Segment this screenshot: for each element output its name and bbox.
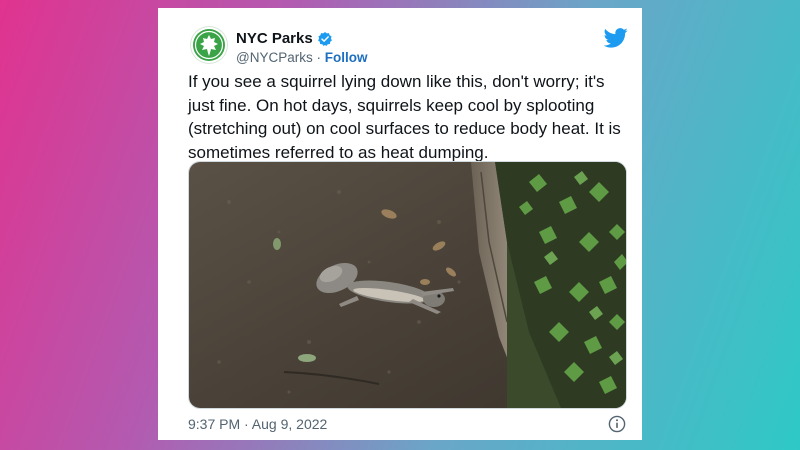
tweet-header: NYC Parks @NYCParks · Follow — [186, 18, 642, 68]
tweet-card: NYC Parks @NYCParks · Follow If you see … — [158, 8, 642, 440]
squirrel-photo — [189, 162, 626, 408]
tweet-photo[interactable] — [188, 161, 627, 409]
tweet-footer: 9:37 PM · Aug 9, 2022 — [188, 414, 626, 434]
verified-badge-icon — [317, 31, 332, 46]
timestamp[interactable]: 9:37 PM · Aug 9, 2022 — [188, 416, 327, 432]
nyc-parks-leaf-icon — [193, 29, 225, 61]
follow-button[interactable]: Follow — [325, 50, 368, 65]
tweet-text: If you see a squirrel lying down like th… — [188, 72, 621, 162]
info-icon[interactable] — [608, 415, 626, 433]
twitter-bird-icon[interactable] — [604, 28, 628, 48]
avatar[interactable] — [190, 26, 228, 64]
display-name[interactable]: NYC Parks — [236, 30, 313, 47]
author-block: NYC Parks @NYCParks · Follow — [236, 30, 368, 65]
handle[interactable]: @NYCParks — [236, 50, 313, 65]
separator: · — [316, 50, 321, 65]
